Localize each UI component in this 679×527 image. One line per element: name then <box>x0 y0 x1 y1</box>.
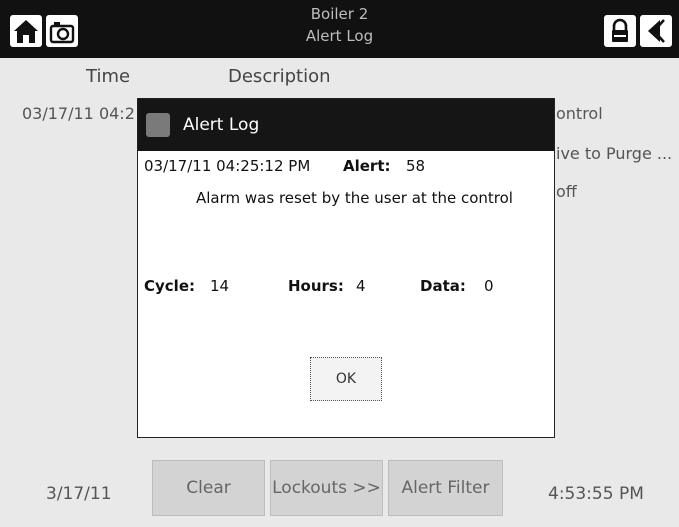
data-value: 0 <box>484 277 494 295</box>
data-label: Data: <box>420 277 466 295</box>
camera-icon <box>146 113 170 137</box>
hours-label: Hours: <box>288 277 344 295</box>
footer-time: 4:53:55 PM <box>548 484 644 504</box>
column-header-description: Description <box>228 66 331 87</box>
dialog-title: Alert Log <box>183 115 260 135</box>
alert-number-label: Alert: <box>343 157 391 175</box>
alert-log-dialog: Alert Log 03/17/11 04:25:12 PM Alert: 58… <box>137 98 555 438</box>
back-icon <box>648 19 665 43</box>
column-header-time: Time <box>86 66 131 87</box>
alert-message: Alarm was reset by the user at the contr… <box>196 189 513 207</box>
list-item-description[interactable]: off <box>556 182 577 201</box>
alert-timestamp: 03/17/11 04:25:12 PM <box>144 157 311 175</box>
title-line-2: Alert Log <box>305 27 374 45</box>
hours-value: 4 <box>356 277 366 295</box>
clear-button[interactable]: Clear <box>152 460 265 516</box>
list-item-description[interactable]: ive to Purge ... <box>556 144 672 163</box>
cycle-label: Cycle: <box>144 277 195 295</box>
footer-date: 3/17/11 <box>46 484 112 504</box>
list-item-time[interactable]: 03/17/11 04:2 <box>22 104 135 123</box>
alert-number-value: 58 <box>406 157 426 175</box>
dialog-title-bar: Alert Log <box>138 99 554 151</box>
alert-filter-button[interactable]: Alert Filter <box>388 460 503 516</box>
back-button[interactable] <box>640 15 672 47</box>
header-bar: Boiler 2 Alert Log <box>0 0 679 58</box>
cycle-value: 14 <box>210 277 230 295</box>
lock-button[interactable] <box>604 15 636 47</box>
list-item-description[interactable]: ontrol <box>556 104 603 123</box>
lock-icon <box>612 18 628 42</box>
ok-button[interactable]: OK <box>310 357 382 401</box>
title-line-1: Boiler 2 <box>310 5 369 23</box>
lockouts-button[interactable]: Lockouts >> <box>270 460 383 516</box>
